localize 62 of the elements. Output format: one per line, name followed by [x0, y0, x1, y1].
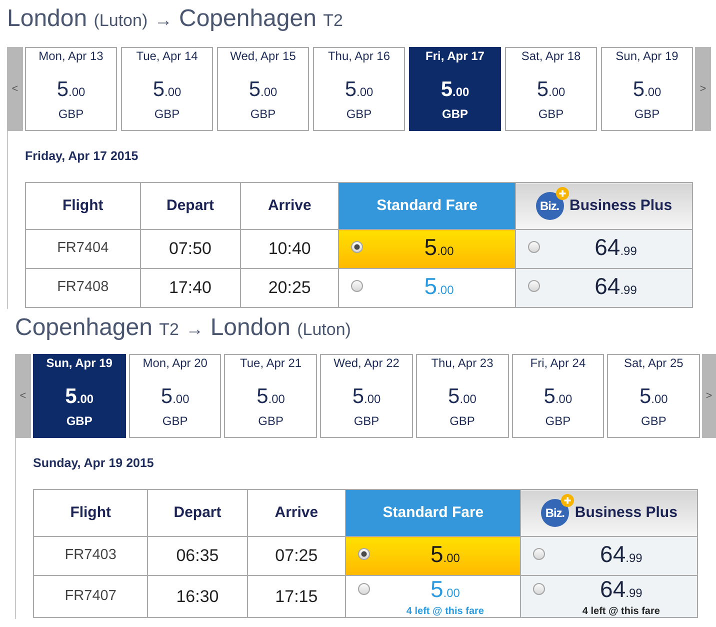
plus-icon	[556, 187, 568, 200]
column-header: Depart	[148, 490, 248, 536]
next-dates-button[interactable]: >	[702, 354, 716, 438]
table-cell: 16:30	[148, 576, 248, 618]
date-fare-card[interactable]: Fri, Apr 24 5.00 GBP	[512, 354, 604, 438]
radio-button[interactable]	[533, 583, 546, 595]
fare-price: 64.99	[594, 273, 637, 301]
radio-button[interactable]	[528, 280, 540, 292]
column-header: Flight	[34, 490, 148, 536]
radio-button[interactable]	[351, 280, 364, 292]
column-header: Depart	[140, 182, 240, 230]
radio-button[interactable]	[533, 548, 546, 560]
table-cell: 06:35	[148, 536, 248, 576]
date-fare-card[interactable]: Thu, Apr 16 5.00 GBP	[313, 47, 405, 131]
fare-price: 64.99	[600, 576, 642, 604]
table-cell: FR7407	[34, 576, 148, 618]
date-fare-card[interactable]: Wed, Apr 15 5.00 GBP	[217, 47, 309, 131]
fare-price: 64.99	[600, 541, 642, 569]
fare-column-header: Standard Fare	[346, 490, 521, 536]
fare-column-header: Standard Fare	[338, 182, 516, 230]
column-header: Arrive	[240, 182, 339, 230]
radio-button[interactable]	[358, 548, 370, 560]
date-fare-card[interactable]: Sat, Apr 25 5.00 GBP	[607, 354, 700, 438]
route-title: Copenhagen T2 → London (Luton)	[15, 313, 351, 343]
table-cell: 17:40	[140, 268, 240, 308]
column-header: Arrive	[247, 490, 346, 536]
radio-button[interactable]	[528, 241, 540, 253]
seats-left-note: 4 left @ this fare	[582, 606, 660, 617]
previous-dates-button[interactable]: <	[7, 47, 23, 131]
date-fare-card[interactable]: Tue, Apr 14 5.00 GBP	[121, 47, 213, 131]
next-dates-button[interactable]: >	[695, 47, 711, 131]
date-fare-card[interactable]: Tue, Apr 21 5.00 GBP	[224, 354, 318, 438]
fare-price: 5.00	[430, 541, 460, 569]
table-cell: FR7408	[26, 268, 140, 308]
fare-price: 64.99	[594, 234, 637, 262]
fare-price: 5.00	[430, 576, 460, 604]
column-header: Flight	[26, 182, 140, 230]
date-heading: Sunday, Apr 19 2015	[33, 456, 155, 470]
date-heading: Friday, Apr 17 2015	[25, 149, 140, 163]
table-cell: 07:50	[140, 230, 240, 268]
date-fare-card[interactable]: Sun, Apr 19 5.00 GBP	[601, 47, 693, 131]
date-fare-card[interactable]: Sat, Apr 18 5.00 GBP	[505, 47, 597, 131]
radio-button[interactable]	[358, 583, 370, 595]
biz-logo: Biz.	[540, 499, 569, 527]
date-fare-card[interactable]: Wed, Apr 22 5.00 GBP	[320, 354, 413, 438]
radio-button[interactable]	[351, 241, 364, 253]
date-fare-card[interactable]: Sun, Apr 19 5.00 GBP	[33, 354, 126, 438]
fare-class-label: Business Plus	[570, 196, 672, 216]
date-fare-card[interactable]: Mon, Apr 20 5.00 GBP	[128, 354, 222, 438]
date-fare-card[interactable]: Fri, Apr 17 5.00 GBP	[409, 47, 501, 131]
seats-left-note: 4 left @ this fare	[406, 606, 484, 617]
date-fare-card[interactable]: Mon, Apr 13 5.00 GBP	[25, 47, 117, 131]
date-fare-card[interactable]: Thu, Apr 23 5.00 GBP	[416, 354, 509, 438]
biz-logo: Biz.	[536, 192, 564, 220]
table-cell: FR7404	[26, 230, 140, 268]
table-cell: FR7403	[34, 536, 148, 576]
fare-price: 5.00	[424, 273, 454, 301]
fare-class-label: Business Plus	[574, 502, 678, 523]
plus-icon	[560, 494, 574, 507]
fare-price: 5.00	[424, 234, 454, 262]
previous-dates-button[interactable]: <	[15, 354, 31, 438]
route-title: London (Luton) → Copenhagen T2	[7, 4, 343, 34]
